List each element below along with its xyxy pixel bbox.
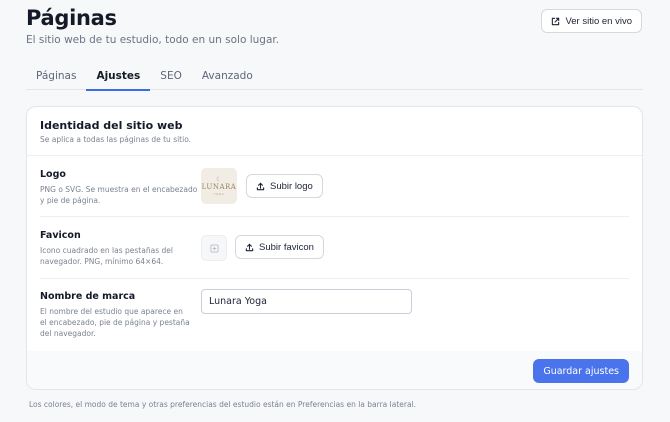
upload-icon (256, 182, 265, 190)
brand-name-input[interactable] (201, 289, 412, 314)
external-link-icon (552, 17, 560, 25)
save-settings-button[interactable]: Guardar ajustes (533, 359, 629, 383)
logo-preview: ☾ LUNARA YOGA (201, 168, 237, 204)
image-placeholder-icon (209, 243, 219, 253)
tab-paginas[interactable]: Páginas (26, 62, 86, 90)
tab-ajustes[interactable]: Ajustes (86, 62, 151, 91)
footnote: Los colores, el modo de tema y otras pre… (29, 400, 417, 409)
upload-favicon-label: Subir favicon (259, 241, 314, 253)
upload-logo-button[interactable]: Subir logo (246, 174, 323, 198)
favicon-preview (201, 235, 227, 261)
logo-label: Logo (40, 169, 66, 180)
page-subtitle: El sitio web de tu estudio, todo en un s… (26, 34, 280, 46)
upload-favicon-button[interactable]: Subir favicon (235, 235, 324, 259)
favicon-label: Favicon (40, 230, 81, 241)
card-header-divider (27, 155, 642, 156)
brand-name-label: Nombre de marca (40, 291, 136, 302)
row-divider (40, 216, 629, 217)
tab-seo[interactable]: SEO (150, 62, 192, 90)
card-footer: Guardar ajustes (27, 351, 642, 389)
card-title: Identidad del sitio web (40, 119, 183, 132)
upload-logo-label: Subir logo (270, 180, 313, 192)
tab-bar: Páginas Ajustes SEO Avanzado (26, 62, 643, 91)
logo-help-text: PNG o SVG. Se muestra en el encabezado y… (40, 185, 198, 205)
upload-icon (245, 243, 254, 251)
favicon-help-text: Icono cuadrado en las pestañas del naveg… (40, 246, 173, 266)
page-title: Páginas (26, 6, 117, 30)
logo-preview-text: LUNARA (201, 182, 237, 191)
view-live-site-label: Ver sitio en vivo (565, 15, 632, 27)
tab-avanzado[interactable]: Avanzado (192, 62, 263, 90)
card-subtitle: Se aplica a todas las páginas de tu siti… (40, 135, 192, 144)
logo-preview-subtext: YOGA (213, 191, 225, 196)
site-identity-card: Identidad del sitio web Se aplica a toda… (26, 106, 643, 390)
view-live-site-button[interactable]: Ver sitio en vivo (541, 9, 642, 33)
row-divider (40, 278, 629, 279)
brand-name-help-text: El nombre del estudio que aparece en el … (40, 307, 190, 338)
